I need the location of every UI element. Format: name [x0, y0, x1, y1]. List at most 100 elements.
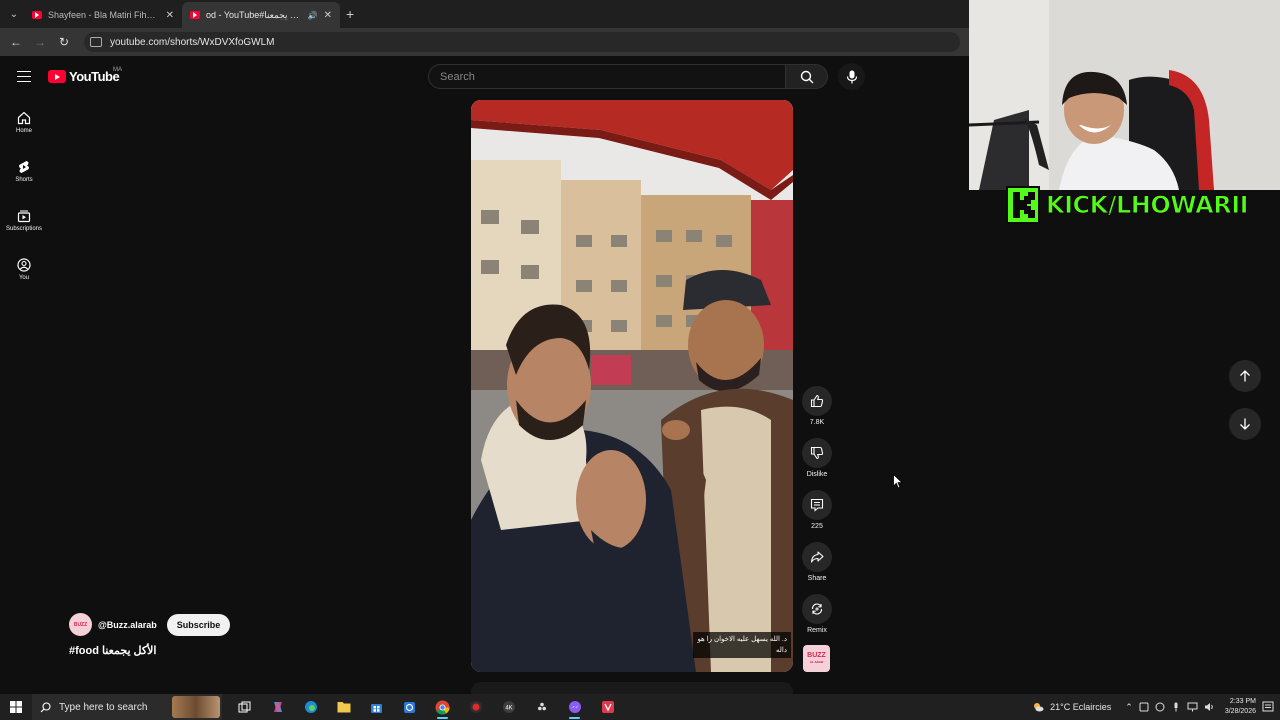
share-button[interactable] [802, 542, 832, 572]
youtube-logo[interactable]: YouTube [48, 69, 120, 84]
site-info-icon[interactable] [90, 37, 102, 47]
reload-button[interactable]: ↻ [52, 35, 76, 49]
tray-overflow-icon[interactable]: ⌃ [1125, 702, 1133, 713]
copilot-button[interactable] [261, 694, 294, 720]
browser-tab-active[interactable]: od - YouTube#الأكل يجمعنا 🔊 ✕ [182, 2, 340, 28]
browser-tab-strip: ⌄ Shayfeen - Bla Matiri Fihoum (I ✕ od -… [0, 0, 969, 28]
search-icon [800, 70, 813, 83]
file-explorer-button[interactable] [327, 694, 360, 720]
clock[interactable]: 2:33 PM 3/28/2026 [1225, 697, 1256, 717]
dislike-icon [810, 446, 824, 460]
volume-icon[interactable] [1204, 702, 1215, 712]
copilot-icon [273, 702, 282, 712]
messenger-button[interactable] [558, 694, 591, 720]
edge-button[interactable] [294, 694, 327, 720]
channel-avatar[interactable]: BUZZ [69, 613, 92, 636]
sound-channel-thumbnail[interactable]: BUZZ AL ARAB [803, 645, 830, 672]
dislike-button[interactable] [802, 438, 832, 468]
address-url: youtube.com/shorts/WxDVXfoGWLM [110, 36, 275, 48]
video-editor-icon [601, 701, 614, 713]
youtube-favicon-icon [190, 11, 200, 19]
clock-time: 2:33 PM [1229, 698, 1256, 705]
obs-icon [535, 701, 548, 713]
youtube-header: YouTube MA Search [0, 56, 969, 98]
shorts-video-player[interactable]: د. الله يسهل عليه الاخوان را هو داله [471, 100, 793, 672]
chrome-icon [435, 700, 450, 714]
microphone-icon [846, 70, 857, 83]
channel-badge-subtext: AL ARAB [809, 659, 824, 664]
tab-close-icon[interactable]: ✕ [324, 10, 332, 21]
task-view-button[interactable] [228, 694, 261, 720]
guide-label: Home [15, 128, 32, 134]
comments-button[interactable] [802, 490, 832, 520]
browser-tab[interactable]: Shayfeen - Bla Matiri Fihoum (I ✕ [24, 2, 182, 28]
speaker-icon[interactable]: 🔊 [308, 11, 318, 20]
voice-search-button[interactable] [838, 63, 865, 90]
obs-button[interactable] [525, 694, 558, 720]
network-icon[interactable] [1187, 702, 1198, 712]
tab-title: od - YouTube#الأكل يجمعنا [206, 9, 302, 20]
record-icon [469, 701, 482, 713]
vpn-app-button[interactable] [393, 694, 426, 720]
share-action: Share [800, 542, 834, 594]
recorder-app-button[interactable] [459, 694, 492, 720]
kick-channel-banner: KICK/LHOWARII [1006, 186, 1276, 224]
messenger-icon [568, 701, 581, 713]
remix-label: Remix [807, 627, 827, 634]
back-button[interactable]: ← [4, 35, 28, 49]
arrow-down-icon [1240, 418, 1250, 430]
guide-item-shorts[interactable]: Shorts [0, 147, 48, 196]
previous-short-button[interactable] [1229, 360, 1261, 392]
browser-toolbar: ← → ↻ youtube.com/shorts/WxDVXfoGWLM [0, 28, 969, 56]
tab-search-button[interactable]: ⌄ [4, 4, 24, 24]
youtube-play-icon [48, 70, 66, 83]
guide-sidebar: Home Shorts Subscriptions You [0, 98, 48, 294]
channel-row: BUZZ @Buzz.alarab Subscribe [69, 613, 231, 636]
home-icon [17, 111, 31, 125]
share-label: Share [807, 575, 827, 582]
guide-label: Shorts [15, 177, 33, 183]
screen: ⌄ Shayfeen - Bla Matiri Fihoum (I ✕ od -… [0, 0, 1280, 720]
address-bar[interactable]: youtube.com/shorts/WxDVXfoGWLM [84, 32, 960, 52]
channel-avatar-text: BUZZ [73, 621, 88, 628]
search-placeholder: Search [440, 70, 475, 83]
guide-item-subscriptions[interactable]: Subscriptions [0, 196, 48, 245]
video-editor-button[interactable] [591, 694, 624, 720]
store-button[interactable] [360, 694, 393, 720]
tray-app-icon[interactable] [1139, 702, 1149, 712]
arrow-up-icon [1240, 370, 1250, 382]
taskbar-search-box[interactable]: Type here to search [32, 694, 222, 720]
menu-icon[interactable] [17, 71, 31, 82]
guide-label: You [18, 275, 30, 281]
chrome-button[interactable] [426, 694, 459, 720]
short-title[interactable]: #food الأكل يجمعنا [69, 644, 156, 657]
share-icon [810, 551, 824, 563]
streamer-webcam [969, 0, 1280, 190]
guide-item-you[interactable]: You [0, 245, 48, 294]
channel-name[interactable]: @Buzz.alarab [98, 620, 157, 630]
kick-channel-text: KICK/LHOWARII [1045, 191, 1249, 220]
subscribe-button[interactable]: Subscribe [166, 613, 231, 636]
dislike-label: Dislike [806, 471, 828, 478]
tray-app-icon[interactable] [1155, 702, 1165, 712]
new-tab-button[interactable]: + [346, 6, 354, 22]
svg-text:4K: 4K [505, 706, 512, 712]
tab-close-icon[interactable]: ✕ [166, 10, 174, 21]
like-button[interactable] [802, 386, 832, 416]
next-short-button[interactable] [1229, 408, 1261, 440]
system-tray: 21°C Eclaircies ⌃ 2:33 PM 3/28/2026 [1032, 694, 1280, 720]
search-input[interactable]: Search [428, 64, 786, 89]
webcam-image [969, 0, 1280, 190]
taskbar-apps: 4K [228, 694, 624, 720]
guide-item-home[interactable]: Home [0, 98, 48, 147]
start-button[interactable] [0, 694, 32, 720]
4k-app-button[interactable]: 4K [492, 694, 525, 720]
microphone-tray-icon[interactable] [1171, 702, 1181, 712]
remix-button[interactable] [802, 594, 832, 624]
search-button[interactable] [786, 64, 828, 89]
edge-icon [304, 701, 317, 713]
forward-button[interactable]: → [28, 35, 52, 49]
weather-text[interactable]: 21°C Eclaircies [1050, 702, 1111, 712]
notifications-icon[interactable] [1262, 701, 1274, 713]
guide-label: Subscriptions [5, 226, 43, 232]
